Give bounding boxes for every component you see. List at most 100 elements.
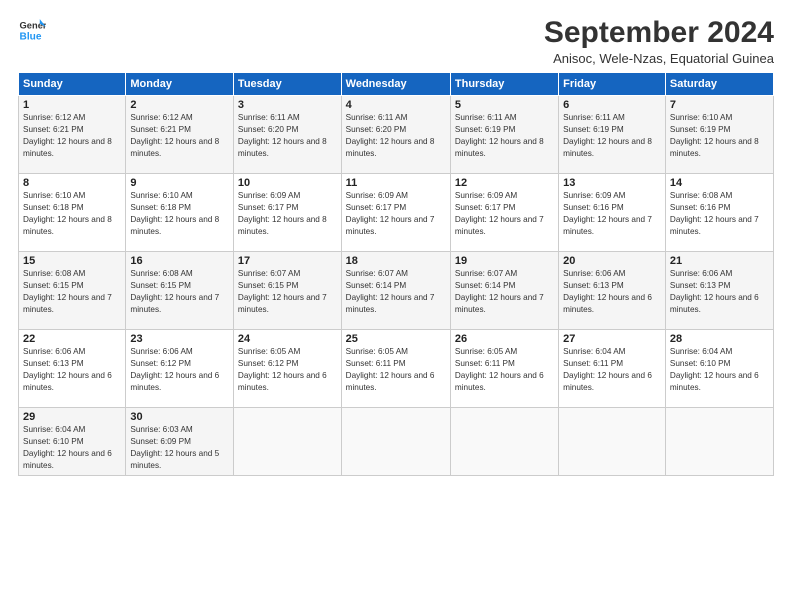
day-number: 29 [23,411,121,423]
calendar-page: General Blue September 2024 Anisoc, Wele… [0,0,792,612]
col-header-saturday: Saturday [665,73,773,96]
calendar-cell [665,408,773,476]
calendar-cell: 21Sunrise: 6:06 AMSunset: 6:13 PMDayligh… [665,252,773,330]
calendar-cell [341,408,450,476]
day-info: Sunrise: 6:11 AMSunset: 6:19 PMDaylight:… [563,113,652,158]
calendar-cell: 12 Sunrise: 6:09 AMSunset: 6:17 PMDayligh… [450,174,558,252]
day-number: 14 [670,177,769,189]
day-number: 15 [23,255,121,267]
day-info: Sunrise: 6:10 AMSunset: 6:18 PMDaylight:… [130,191,219,236]
calendar-table: SundayMondayTuesdayWednesdayThursdayFrid… [18,72,774,476]
day-info: Sunrise: 6:07 AMSunset: 6:14 PMDaylight:… [346,269,435,314]
logo: General Blue [18,16,46,44]
day-info: Sunrise: 6:06 AMSunset: 6:13 PMDaylight:… [563,269,652,314]
col-header-sunday: Sunday [19,73,126,96]
day-number: 24 [238,333,337,345]
calendar-cell: 20Sunrise: 6:06 AMSunset: 6:13 PMDayligh… [559,252,666,330]
day-number: 27 [563,333,661,345]
calendar-cell: 22Sunrise: 6:06 AMSunset: 6:13 PMDayligh… [19,330,126,408]
month-title: September 2024 [544,16,774,49]
day-number: 25 [346,333,446,345]
day-info: Sunrise: 6:05 AMSunset: 6:12 PMDaylight:… [238,347,327,392]
day-number: 6 [563,99,661,111]
day-number: 17 [238,255,337,267]
calendar-cell: 19 Sunrise: 6:07 AMSunset: 6:14 PMDayligh… [450,252,558,330]
calendar-cell [559,408,666,476]
calendar-cell: 24 Sunrise: 6:05 AMSunset: 6:12 PMDayligh… [233,330,341,408]
calendar-cell: 4 Sunrise: 6:11 AMSunset: 6:20 PMDaylight… [341,96,450,174]
calendar-cell: 7 Sunrise: 6:10 AMSunset: 6:19 PMDaylight… [665,96,773,174]
day-info: Sunrise: 6:09 AMSunset: 6:17 PMDaylight:… [455,191,544,236]
day-info: Sunrise: 6:11 AMSunset: 6:20 PMDaylight:… [238,113,327,158]
day-number: 19 [455,255,554,267]
day-info: Sunrise: 6:09 AMSunset: 6:17 PMDaylight:… [238,191,327,236]
calendar-cell: 23Sunrise: 6:06 AMSunset: 6:12 PMDayligh… [126,330,234,408]
day-info: Sunrise: 6:12 AMSunset: 6:21 PMDaylight:… [23,113,112,158]
day-number: 7 [670,99,769,111]
calendar-cell [450,408,558,476]
col-header-wednesday: Wednesday [341,73,450,96]
calendar-cell: 27 Sunrise: 6:04 AMSunset: 6:11 PMDayligh… [559,330,666,408]
day-info: Sunrise: 6:11 AMSunset: 6:20 PMDaylight:… [346,113,435,158]
calendar-cell: 8 Sunrise: 6:10 AMSunset: 6:18 PMDaylight… [19,174,126,252]
logo-icon: General Blue [18,16,46,44]
calendar-cell: 18 Sunrise: 6:07 AMSunset: 6:14 PMDayligh… [341,252,450,330]
day-info: Sunrise: 6:04 AMSunset: 6:10 PMDaylight:… [23,425,112,470]
day-info: Sunrise: 6:06 AMSunset: 6:12 PMDaylight:… [130,347,219,392]
calendar-cell: 11 Sunrise: 6:09 AMSunset: 6:17 PMDayligh… [341,174,450,252]
svg-text:Blue: Blue [20,31,42,42]
day-number: 12 [455,177,554,189]
calendar-cell: 3 Sunrise: 6:11 AMSunset: 6:20 PMDaylight… [233,96,341,174]
calendar-cell: 26 Sunrise: 6:05 AMSunset: 6:11 PMDayligh… [450,330,558,408]
calendar-cell: 30Sunrise: 6:03 AMSunset: 6:09 PMDayligh… [126,408,234,476]
day-info: Sunrise: 6:05 AMSunset: 6:11 PMDaylight:… [455,347,544,392]
day-info: Sunrise: 6:07 AMSunset: 6:15 PMDaylight:… [238,269,327,314]
calendar-cell: 25 Sunrise: 6:05 AMSunset: 6:11 PMDayligh… [341,330,450,408]
day-info: Sunrise: 6:09 AMSunset: 6:16 PMDaylight:… [563,191,652,236]
calendar-week-1: 1 Sunrise: 6:12 AMSunset: 6:21 PMDaylight… [19,96,774,174]
day-info: Sunrise: 6:06 AMSunset: 6:13 PMDaylight:… [670,269,759,314]
day-number: 1 [23,99,121,111]
col-header-monday: Monday [126,73,234,96]
day-info: Sunrise: 6:05 AMSunset: 6:11 PMDaylight:… [346,347,435,392]
calendar-cell: 5Sunrise: 6:11 AMSunset: 6:19 PMDaylight… [450,96,558,174]
day-info: Sunrise: 6:12 AMSunset: 6:21 PMDaylight:… [130,113,219,158]
calendar-week-4: 22Sunrise: 6:06 AMSunset: 6:13 PMDayligh… [19,330,774,408]
day-number: 8 [23,177,121,189]
day-info: Sunrise: 6:09 AMSunset: 6:17 PMDaylight:… [346,191,435,236]
day-number: 3 [238,99,337,111]
calendar-cell: 14Sunrise: 6:08 AMSunset: 6:16 PMDayligh… [665,174,773,252]
day-number: 16 [130,255,229,267]
day-number: 2 [130,99,229,111]
day-info: Sunrise: 6:08 AMSunset: 6:15 PMDaylight:… [130,269,219,314]
calendar-cell: 17 Sunrise: 6:07 AMSunset: 6:15 PMDayligh… [233,252,341,330]
col-header-friday: Friday [559,73,666,96]
calendar-cell: 16 Sunrise: 6:08 AMSunset: 6:15 PMDayligh… [126,252,234,330]
day-number: 28 [670,333,769,345]
day-info: Sunrise: 6:06 AMSunset: 6:13 PMDaylight:… [23,347,112,392]
col-header-tuesday: Tuesday [233,73,341,96]
day-info: Sunrise: 6:04 AMSunset: 6:11 PMDaylight:… [563,347,652,392]
day-number: 5 [455,99,554,111]
day-info: Sunrise: 6:10 AMSunset: 6:18 PMDaylight:… [23,191,112,236]
calendar-cell: 13 Sunrise: 6:09 AMSunset: 6:16 PMDayligh… [559,174,666,252]
day-number: 18 [346,255,446,267]
day-info: Sunrise: 6:10 AMSunset: 6:19 PMDaylight:… [670,113,759,158]
calendar-week-5: 29 Sunrise: 6:04 AMSunset: 6:10 PMDayligh… [19,408,774,476]
calendar-cell: 9Sunrise: 6:10 AMSunset: 6:18 PMDaylight… [126,174,234,252]
day-number: 26 [455,333,554,345]
day-number: 4 [346,99,446,111]
calendar-week-2: 8 Sunrise: 6:10 AMSunset: 6:18 PMDaylight… [19,174,774,252]
day-info: Sunrise: 6:07 AMSunset: 6:14 PMDaylight:… [455,269,544,314]
calendar-cell: 6 Sunrise: 6:11 AMSunset: 6:19 PMDaylight… [559,96,666,174]
calendar-cell: 29 Sunrise: 6:04 AMSunset: 6:10 PMDayligh… [19,408,126,476]
calendar-cell: 10 Sunrise: 6:09 AMSunset: 6:17 PMDayligh… [233,174,341,252]
day-info: Sunrise: 6:08 AMSunset: 6:15 PMDaylight:… [23,269,112,314]
day-number: 10 [238,177,337,189]
day-info: Sunrise: 6:04 AMSunset: 6:10 PMDaylight:… [670,347,759,392]
subtitle: Anisoc, Wele-Nzas, Equatorial Guinea [544,51,774,66]
day-info: Sunrise: 6:03 AMSunset: 6:09 PMDaylight:… [130,425,219,470]
day-number: 13 [563,177,661,189]
col-header-thursday: Thursday [450,73,558,96]
day-number: 11 [346,177,446,189]
